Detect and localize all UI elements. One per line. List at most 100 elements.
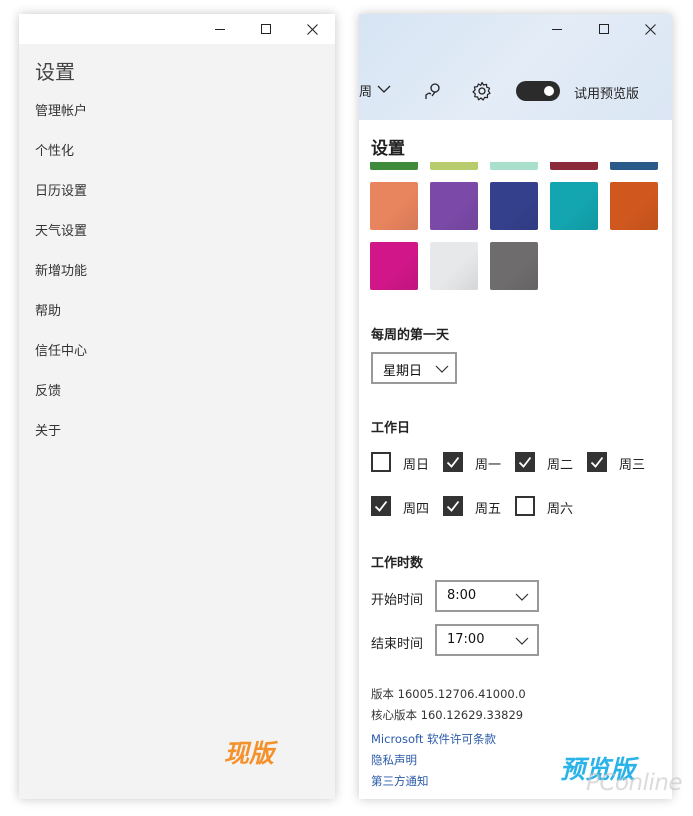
- left-title-bar: [19, 14, 335, 44]
- start-time-label: 开始时间: [371, 593, 424, 608]
- color-swatch[interactable]: [370, 242, 418, 290]
- checkbox-box: [587, 452, 607, 472]
- checkbox-box: [515, 496, 535, 516]
- workday-label: 周五: [475, 502, 502, 517]
- right-header: 周 试用预览版: [359, 14, 672, 120]
- nav-item-trust-center[interactable]: 信任中心: [35, 338, 87, 378]
- end-time-label: 结束时间: [371, 637, 424, 652]
- checkmark-icon: [374, 500, 388, 512]
- left-maximize-button[interactable]: [243, 14, 289, 44]
- nav-item-weather-settings[interactable]: 天气设置: [35, 218, 87, 258]
- workdays-heading: 工作日: [371, 421, 411, 436]
- workday-label: 周日: [403, 458, 430, 473]
- preview-toggle[interactable]: [516, 81, 560, 101]
- right-minimize-button[interactable]: [534, 14, 580, 44]
- close-icon: [306, 23, 318, 35]
- nav-item-whats-new[interactable]: 新增功能: [35, 258, 87, 298]
- calendar-toolbar: 周 试用预览版: [359, 78, 672, 104]
- color-swatch[interactable]: [550, 162, 598, 170]
- current-version-badge: 现版: [224, 739, 275, 768]
- maximize-icon: [261, 24, 271, 34]
- checkmark-icon: [446, 456, 460, 468]
- first-day-heading: 每周的第一天: [371, 328, 450, 343]
- color-swatch[interactable]: [490, 242, 538, 290]
- work-hours-heading: 工作时数: [371, 556, 424, 571]
- close-icon: [644, 23, 656, 35]
- end-time-dropdown[interactable]: 17:00: [435, 624, 539, 656]
- view-label: 周: [359, 85, 373, 100]
- checkmark-icon: [446, 500, 460, 512]
- workdays-row-1: 周日 周一 周二 周三: [371, 451, 667, 473]
- nav-item-manage-accounts[interactable]: 管理帐户: [35, 98, 87, 138]
- privacy-statement-link[interactable]: 隐私声明: [371, 752, 417, 768]
- workday-label: 周一: [475, 458, 502, 473]
- checkbox-box: [443, 496, 463, 516]
- workday-tuesday-checkbox[interactable]: 周二: [515, 451, 587, 473]
- settings-pane-title: 设置: [371, 139, 405, 159]
- checkbox-box: [443, 452, 463, 472]
- core-version: 核心版本 160.12629.33829: [371, 708, 524, 722]
- person-feedback-icon: [425, 83, 440, 99]
- color-swatch[interactable]: [370, 182, 418, 230]
- start-time-dropdown[interactable]: 8:00: [435, 580, 539, 612]
- app-version: 版本 16005.12706.41000.0: [371, 687, 526, 701]
- chevron-down-icon: [377, 85, 391, 93]
- watermark-logo: PConline: [586, 770, 683, 796]
- minimize-icon: [215, 29, 225, 30]
- checkbox-box: [371, 496, 391, 516]
- end-time-value: 17:00: [447, 632, 485, 647]
- preview-version-window: 周 试用预览版 设置 每周的第一天 星期日 工作日 周日 周一 周二 周三 周四…: [359, 14, 672, 799]
- maximize-icon: [599, 24, 609, 34]
- color-swatch[interactable]: [370, 162, 418, 170]
- workday-label: 周六: [547, 502, 574, 517]
- start-time-value: 8:00: [447, 588, 477, 603]
- workday-label: 周三: [619, 458, 646, 473]
- nav-item-feedback[interactable]: 反馈: [35, 378, 87, 418]
- workday-monday-checkbox[interactable]: 周一: [443, 451, 515, 473]
- color-swatch[interactable]: [490, 162, 538, 170]
- checkbox-box: [371, 452, 391, 472]
- color-swatch[interactable]: [490, 182, 538, 230]
- preview-toggle-label: 试用预览版: [574, 87, 640, 102]
- right-maximize-button[interactable]: [581, 14, 627, 44]
- gear-icon: [472, 81, 491, 101]
- color-swatch[interactable]: [430, 242, 478, 290]
- nav-item-about[interactable]: 关于: [35, 418, 87, 458]
- license-terms-link[interactable]: Microsoft 软件许可条款: [371, 731, 496, 747]
- color-swatch[interactable]: [610, 162, 658, 170]
- checkmark-icon: [590, 456, 604, 468]
- nav-item-personalization[interactable]: 个性化: [35, 138, 87, 178]
- workday-saturday-checkbox[interactable]: 周六: [515, 495, 587, 517]
- checkmark-icon: [518, 456, 532, 468]
- minimize-icon: [552, 29, 562, 30]
- workday-thursday-checkbox[interactable]: 周四: [371, 495, 443, 517]
- first-day-dropdown[interactable]: 星期日: [371, 352, 457, 384]
- left-page-title: 设置: [35, 60, 75, 84]
- workday-label: 周二: [547, 458, 574, 473]
- left-close-button[interactable]: [289, 14, 335, 44]
- chevron-down-icon: [515, 637, 529, 645]
- nav-item-help[interactable]: 帮助: [35, 298, 87, 338]
- color-swatch[interactable]: [430, 182, 478, 230]
- first-day-value: 星期日: [383, 364, 423, 379]
- meet-now-button[interactable]: [422, 80, 444, 102]
- checkbox-box: [515, 452, 535, 472]
- nav-item-calendar-settings[interactable]: 日历设置: [35, 178, 87, 218]
- workday-label: 周四: [403, 502, 430, 517]
- color-swatch[interactable]: [430, 162, 478, 170]
- color-swatch[interactable]: [550, 182, 598, 230]
- workday-sunday-checkbox[interactable]: 周日: [371, 451, 443, 473]
- workday-wednesday-checkbox[interactable]: 周三: [587, 451, 659, 473]
- settings-button[interactable]: [471, 80, 493, 102]
- toggle-knob: [544, 86, 554, 96]
- workdays-row-2: 周四 周五 周六: [371, 495, 667, 517]
- left-settings-nav: 管理帐户 个性化 日历设置 天气设置 新增功能 帮助 信任中心 反馈 关于: [35, 98, 87, 458]
- right-close-button[interactable]: [627, 14, 672, 44]
- color-swatch[interactable]: [610, 182, 658, 230]
- workday-friday-checkbox[interactable]: 周五: [443, 495, 515, 517]
- left-minimize-button[interactable]: [197, 14, 243, 44]
- chevron-down-icon: [515, 593, 529, 601]
- third-party-notices-link[interactable]: 第三方通知: [371, 773, 429, 789]
- chevron-down-icon: [435, 365, 449, 373]
- current-version-window: 设置 管理帐户 个性化 日历设置 天气设置 新增功能 帮助 信任中心 反馈 关于: [19, 14, 335, 799]
